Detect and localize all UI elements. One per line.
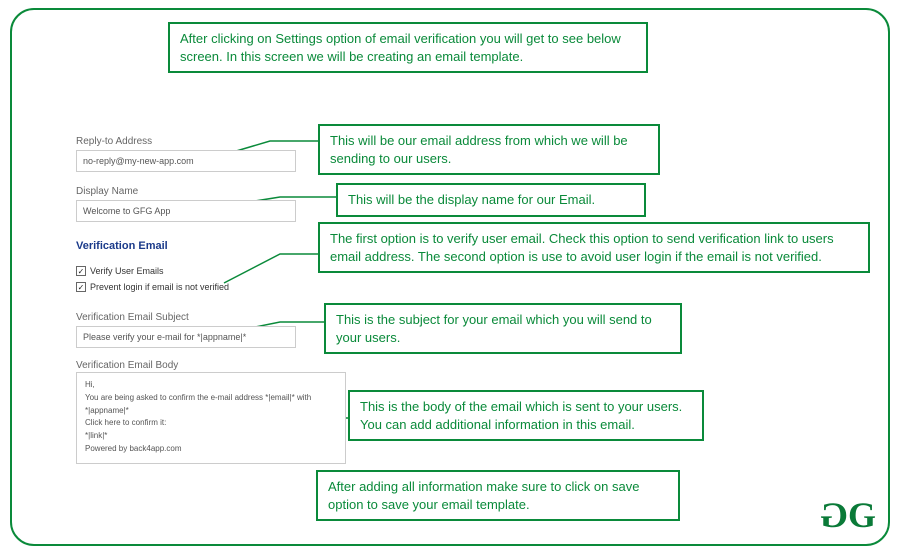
body-textarea[interactable]: Hi, You are being asked to confirm the e… <box>76 372 346 464</box>
reply-to-input[interactable]: no-reply@my-new-app.com <box>76 150 296 172</box>
prevent-login-checkbox[interactable]: ✓ Prevent login if email is not verified <box>76 282 229 292</box>
subject-input[interactable]: Please verify your e-mail for *|appname|… <box>76 326 296 348</box>
prevent-login-label: Prevent login if email is not verified <box>90 282 229 292</box>
page-frame <box>10 8 890 546</box>
body-line-1: Hi, <box>85 379 337 392</box>
logo-g-flipped: G <box>824 494 848 536</box>
reply-to-label: Reply-to Address <box>76 136 152 147</box>
subject-label: Verification Email Subject <box>76 312 189 323</box>
save-callout: After adding all information make sure t… <box>316 470 680 521</box>
intro-callout: After clicking on Settings option of ema… <box>168 22 648 73</box>
display-name-callout: This will be the display name for our Em… <box>336 183 646 217</box>
gfg-logo: GG <box>824 494 872 536</box>
logo-g: G <box>848 495 872 535</box>
body-line-2: You are being asked to confirm the e-mai… <box>85 392 337 418</box>
body-line-4: *|link|* <box>85 430 337 443</box>
verify-emails-checkbox[interactable]: ✓ Verify User Emails <box>76 266 164 276</box>
display-name-input[interactable]: Welcome to GFG App <box>76 200 296 222</box>
display-name-label: Display Name <box>76 186 138 197</box>
reply-to-callout: This will be our email address from whic… <box>318 124 660 175</box>
body-callout: This is the body of the email which is s… <box>348 390 704 441</box>
verification-callout: The first option is to verify user email… <box>318 222 870 273</box>
checkbox-checked-icon: ✓ <box>76 266 86 276</box>
checkbox-checked-icon: ✓ <box>76 282 86 292</box>
body-line-3: Click here to confirm it: <box>85 417 337 430</box>
verify-emails-label: Verify User Emails <box>90 266 164 276</box>
verification-section-title: Verification Email <box>76 240 168 252</box>
body-label: Verification Email Body <box>76 360 178 371</box>
body-line-5: Powered by back4app.com <box>85 443 337 456</box>
subject-callout: This is the subject for your email which… <box>324 303 682 354</box>
